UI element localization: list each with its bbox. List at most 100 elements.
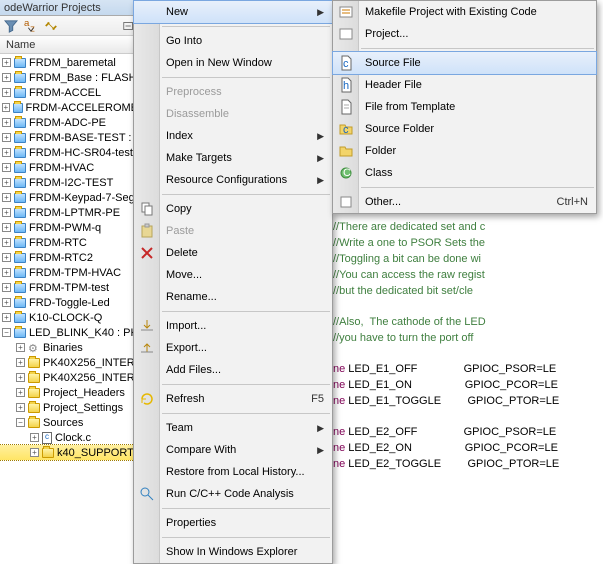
submenu-file-from-template[interactable]: File from Template xyxy=(333,96,596,118)
refresh-icon xyxy=(139,391,155,407)
chevron-right-icon: ▶ xyxy=(317,131,324,142)
chevron-right-icon: ▶ xyxy=(317,7,324,18)
menu-compare-with[interactable]: Compare With▶ xyxy=(134,439,332,461)
expander-icon[interactable] xyxy=(30,448,39,457)
menu-add-files[interactable]: Add Files... xyxy=(134,359,332,381)
submenu-source-folder[interactable]: cSource Folder xyxy=(333,118,596,140)
menu-copy[interactable]: Copy xyxy=(134,198,332,220)
project-icon xyxy=(14,118,26,128)
project-icon xyxy=(14,283,26,293)
menu-delete[interactable]: Delete xyxy=(134,242,332,264)
project-icon xyxy=(14,238,26,248)
binaries-icon: ⚙ xyxy=(28,342,40,354)
svg-text:c: c xyxy=(343,124,349,136)
code-line: //you have to turn the port off xyxy=(333,332,473,344)
expander-icon[interactable] xyxy=(2,313,11,322)
menu-import[interactable]: Import... xyxy=(134,315,332,337)
code-line: //Write a one to PSOR Sets the xyxy=(333,237,488,249)
folder-icon xyxy=(28,388,40,398)
tree-item-label: Sources xyxy=(43,417,83,429)
expander-icon[interactable] xyxy=(2,328,11,337)
menu-export[interactable]: Export... xyxy=(134,337,332,359)
expander-icon[interactable] xyxy=(2,253,11,262)
tree-item-label: FRD-Toggle-Led xyxy=(29,297,110,309)
svg-text:a: a xyxy=(24,19,30,29)
menu-show-in-explorer[interactable]: Show In Windows Explorer xyxy=(134,541,332,563)
expander-icon[interactable] xyxy=(16,418,25,427)
svg-text:h: h xyxy=(343,80,349,92)
menu-index[interactable]: Index▶ xyxy=(134,125,332,147)
expander-icon[interactable] xyxy=(16,373,25,382)
expander-icon[interactable] xyxy=(2,148,11,157)
tree-item-label: K10-CLOCK-Q xyxy=(29,312,102,324)
menu-run-analysis[interactable]: Run C/C++ Code Analysis xyxy=(134,483,332,505)
expander-icon[interactable] xyxy=(2,193,11,202)
sort-az-icon[interactable]: az xyxy=(24,19,38,33)
context-menu: New▶ Go Into Open in New Window Preproce… xyxy=(133,0,333,564)
expander-icon[interactable] xyxy=(2,268,11,277)
menu-refresh[interactable]: RefreshF5 xyxy=(134,388,332,410)
menu-make-targets[interactable]: Make Targets▶ xyxy=(134,147,332,169)
filter-icon[interactable] xyxy=(4,19,18,33)
header-file-icon: h xyxy=(338,77,354,93)
submenu-makefile-project[interactable]: Makefile Project with Existing Code xyxy=(333,1,596,23)
menu-properties[interactable]: Properties xyxy=(134,512,332,534)
tree-item-label: FRDM-HC-SR04-test xyxy=(29,147,133,159)
menu-go-into[interactable]: Go Into xyxy=(134,30,332,52)
submenu-project[interactable]: Project... xyxy=(333,23,596,45)
tree-item-label: k40_SUPPORT xyxy=(57,447,134,459)
tree-item-label: FRDM-RTC xyxy=(29,237,87,249)
project-icon xyxy=(14,178,26,188)
folder-icon xyxy=(28,418,40,428)
chevron-right-icon: ▶ xyxy=(317,153,324,164)
submenu-class[interactable]: CClass xyxy=(333,162,596,184)
menu-move[interactable]: Move... xyxy=(134,264,332,286)
expander-icon[interactable] xyxy=(16,343,25,352)
expander-icon[interactable] xyxy=(2,283,11,292)
expander-icon[interactable] xyxy=(2,103,10,112)
tree-item-label: FRDM-PWM-q xyxy=(29,222,101,234)
expander-icon[interactable] xyxy=(2,133,11,142)
tree-item-label: FRDM-I2C-TEST xyxy=(29,177,113,189)
expander-icon[interactable] xyxy=(2,178,11,187)
menu-resource-configs[interactable]: Resource Configurations▶ xyxy=(134,169,332,191)
menu-new[interactable]: New▶ xyxy=(134,1,332,23)
expander-icon[interactable] xyxy=(2,58,11,67)
menu-rename[interactable]: Rename... xyxy=(134,286,332,308)
expander-icon[interactable] xyxy=(2,223,11,232)
svg-text:c: c xyxy=(343,58,349,70)
expander-icon[interactable] xyxy=(2,73,11,82)
expander-icon[interactable] xyxy=(16,403,25,412)
expander-icon[interactable] xyxy=(2,118,11,127)
folder-icon xyxy=(338,143,354,159)
project-icon xyxy=(14,223,26,233)
expander-icon[interactable] xyxy=(16,358,25,367)
menu-team[interactable]: Team▶ xyxy=(134,417,332,439)
copy-icon xyxy=(139,201,155,217)
tree-item-label: FRDM-ACCEL xyxy=(29,87,101,99)
menu-paste: Paste xyxy=(134,220,332,242)
submenu-folder[interactable]: Folder xyxy=(333,140,596,162)
code-editor[interactable]: //There are dedicated set and c //Write … xyxy=(333,205,603,473)
expander-icon[interactable] xyxy=(30,433,39,442)
project-icon xyxy=(14,193,26,203)
source-file-icon: c xyxy=(338,55,354,71)
submenu-header-file[interactable]: hHeader File xyxy=(333,74,596,96)
expander-icon[interactable] xyxy=(16,388,25,397)
expander-icon[interactable] xyxy=(2,238,11,247)
link-editor-icon[interactable] xyxy=(44,19,58,33)
project-icon xyxy=(13,103,23,113)
expander-icon[interactable] xyxy=(2,298,11,307)
expander-icon[interactable] xyxy=(2,208,11,217)
code-line: //You can access the raw regist xyxy=(333,269,485,281)
submenu-source-file[interactable]: cSource File xyxy=(333,52,596,74)
submenu-other[interactable]: Other...Ctrl+N xyxy=(333,191,596,213)
expander-icon[interactable] xyxy=(2,163,11,172)
menu-open-new-window[interactable]: Open in New Window xyxy=(134,52,332,74)
menu-restore-history[interactable]: Restore from Local History... xyxy=(134,461,332,483)
code-line: //but the dedicated bit set/cle xyxy=(333,285,473,297)
tree-item-label: Project_Headers xyxy=(43,387,125,399)
file-template-icon xyxy=(338,99,354,115)
code-line: //Also, The cathode of the LED xyxy=(333,316,486,328)
expander-icon[interactable] xyxy=(2,88,11,97)
